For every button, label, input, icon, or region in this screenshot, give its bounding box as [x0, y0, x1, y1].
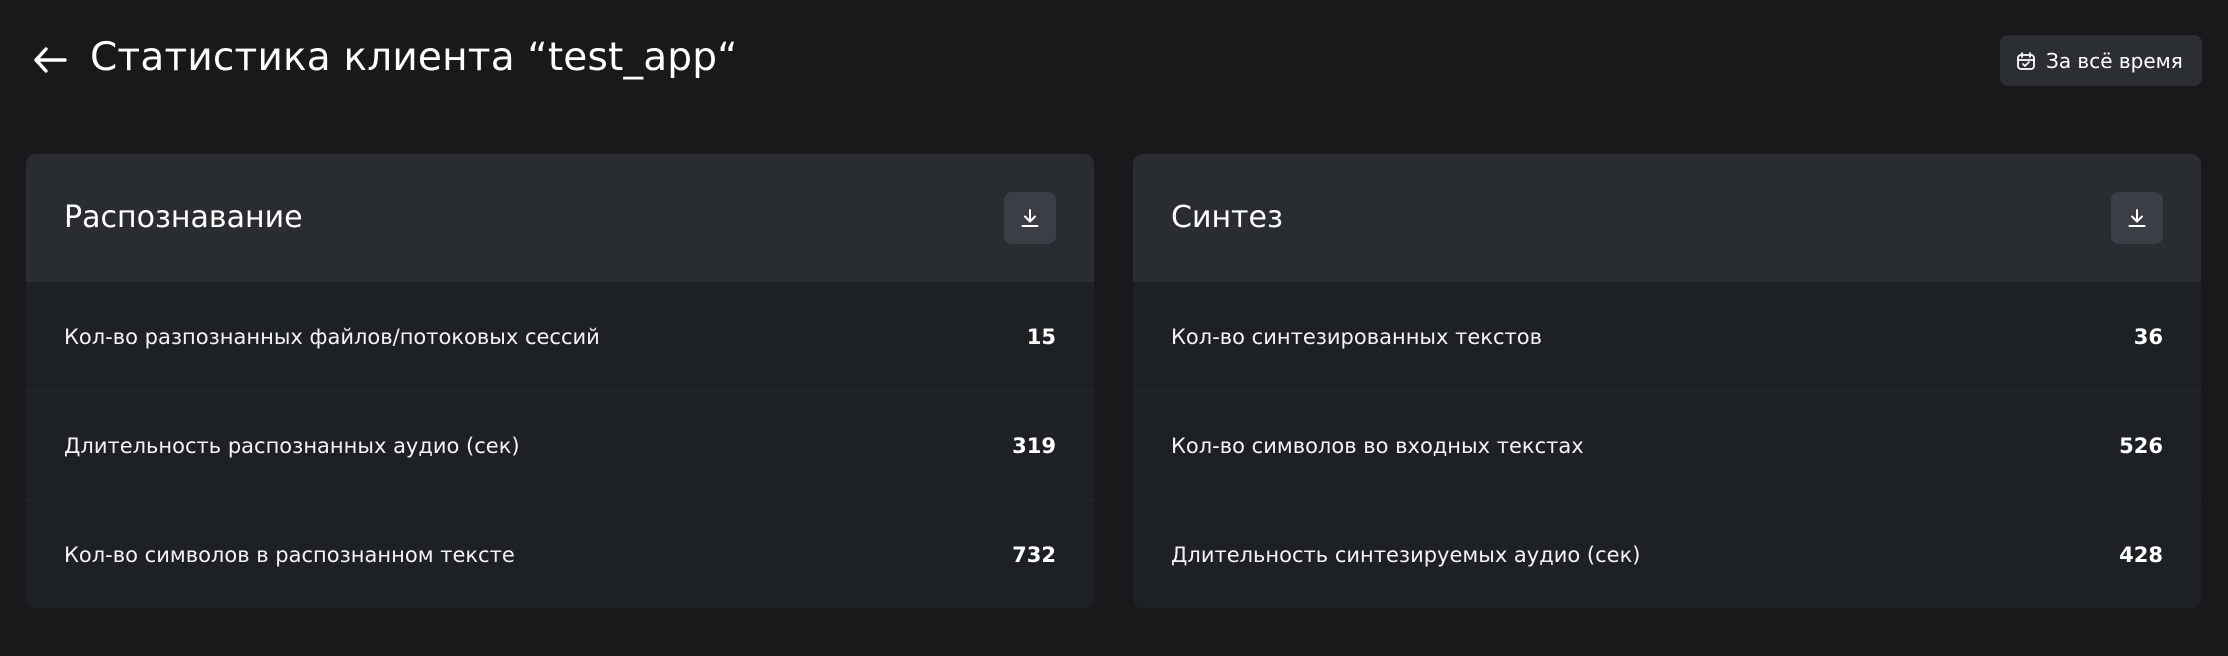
recognition-card: Распознавание Кол-во разпознанных файлов…	[26, 154, 1094, 608]
period-filter-label: За всё время	[2046, 48, 2183, 73]
stat-value: 732	[1012, 542, 1056, 567]
download-button[interactable]	[2111, 192, 2163, 244]
synthesis-card: Синтез Кол-во синтезированных текстов 36…	[1133, 154, 2201, 608]
card-header: Распознавание	[26, 154, 1094, 282]
card-header: Синтез	[1133, 154, 2201, 282]
arrow-left-icon	[34, 47, 67, 73]
stat-value: 36	[2133, 324, 2163, 349]
download-icon	[1021, 209, 1039, 227]
stat-row: Длительность синтезируемых аудио (сек) 4…	[1133, 500, 2201, 608]
stat-label: Длительность распознанных аудио (сек)	[64, 433, 520, 458]
stat-value: 428	[2119, 542, 2163, 567]
stat-row: Кол-во символов в распознанном тексте 73…	[26, 500, 1094, 608]
card-title: Синтез	[1171, 200, 1283, 235]
stat-row: Кол-во синтезированных текстов 36	[1133, 282, 2201, 391]
stat-row: Длительность распознанных аудио (сек) 31…	[26, 391, 1094, 500]
stat-row: Кол-во разпознанных файлов/потоковых сес…	[26, 282, 1094, 391]
download-button[interactable]	[1004, 192, 1056, 244]
stat-value: 319	[1012, 433, 1056, 458]
stat-label: Длительность синтезируемых аудио (сек)	[1171, 542, 1641, 567]
stat-row: Кол-во символов во входных текстах 526	[1133, 391, 2201, 500]
stat-label: Кол-во разпознанных файлов/потоковых сес…	[64, 324, 600, 349]
card-title: Распознавание	[64, 200, 303, 235]
stat-label: Кол-во синтезированных текстов	[1171, 324, 1542, 349]
back-button[interactable]	[30, 42, 70, 78]
stat-value: 15	[1026, 324, 1056, 349]
stat-label: Кол-во символов в распознанном тексте	[64, 542, 515, 567]
page-title: Статистика клиента “test_app“	[90, 35, 738, 80]
period-filter-button[interactable]: За всё время	[2000, 35, 2202, 86]
top-bar: Статистика клиента “test_app“ За всё вре…	[0, 0, 2228, 120]
stat-value: 526	[2119, 433, 2163, 458]
download-icon	[2128, 209, 2146, 227]
stat-label: Кол-во символов во входных текстах	[1171, 433, 1584, 458]
calendar-icon	[2017, 51, 2035, 70]
